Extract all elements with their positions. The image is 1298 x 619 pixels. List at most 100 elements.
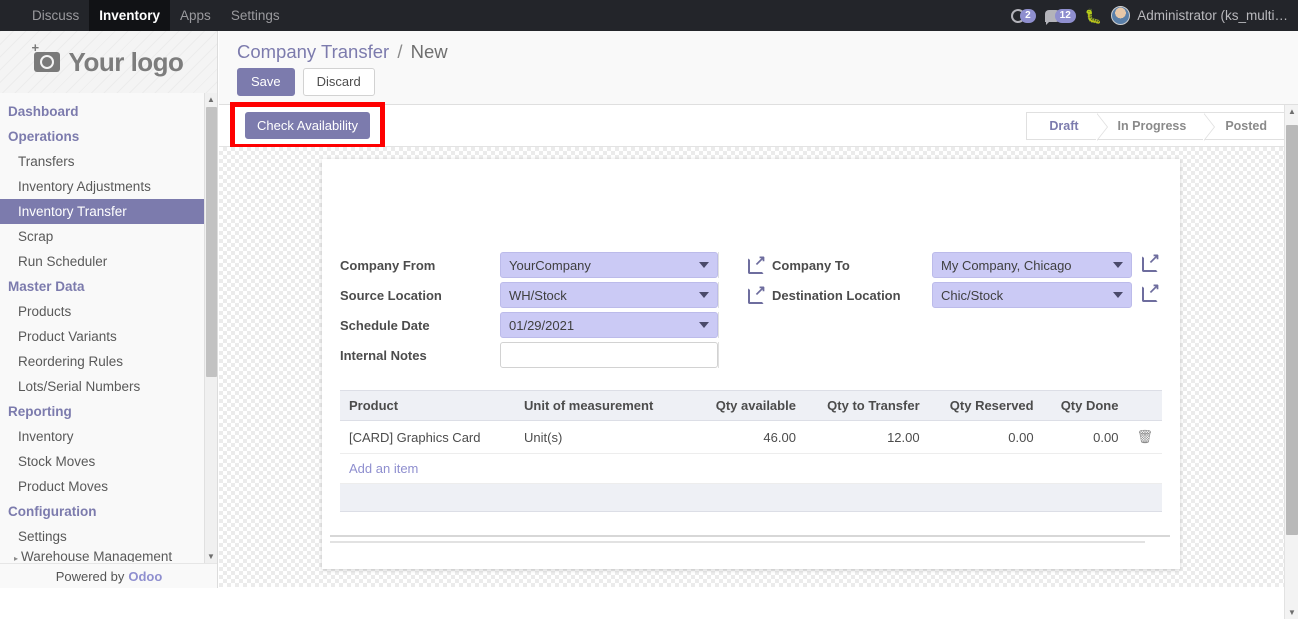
add-item-cell: Add an item xyxy=(340,453,1162,484)
nav-item-discuss[interactable]: Discuss xyxy=(22,0,89,31)
scroll-up-icon[interactable]: ▲ xyxy=(1288,107,1296,116)
company-to-open[interactable] xyxy=(1132,251,1162,275)
source-location-select[interactable]: WH/Stock xyxy=(500,282,718,308)
cell-qty-reserved[interactable]: 0.00 xyxy=(928,420,1043,454)
company-logo-placeholder[interactable]: Your logo xyxy=(0,31,217,93)
breadcrumb-current: New xyxy=(410,41,448,62)
chevron-right-icon: ▸ xyxy=(14,554,19,562)
sidebar-item-run-scheduler[interactable]: Run Scheduler xyxy=(0,249,217,274)
sidebar-item-transfers[interactable]: Transfers xyxy=(0,149,217,174)
powered-by-odoo[interactable]: Powered by Odoo xyxy=(0,563,217,588)
sidebar-item-product-variants[interactable]: Product Variants xyxy=(0,324,217,349)
col-qty-available[interactable]: Qty available xyxy=(695,390,805,421)
main-scrollbar[interactable]: ▲ ▼ xyxy=(1284,105,1298,619)
column-divider xyxy=(718,342,748,368)
sidebar-item-inventory[interactable]: Inventory xyxy=(0,424,217,449)
company-to-select[interactable]: My Company, Chicago xyxy=(932,252,1132,278)
sidebar-item-stock-moves[interactable]: Stock Moves xyxy=(0,449,217,474)
external-link-icon[interactable] xyxy=(1142,281,1160,302)
nav-item-apps[interactable]: Apps xyxy=(170,0,221,31)
add-an-item-link[interactable]: Add an item xyxy=(349,461,418,476)
chevron-down-icon xyxy=(1113,292,1123,298)
scroll-down-icon[interactable]: ▼ xyxy=(1288,608,1296,617)
sidebar-item-lots-serial-numbers[interactable]: Lots/Serial Numbers xyxy=(0,374,217,399)
user-menu[interactable]: Administrator (ks_multi… xyxy=(1111,6,1288,25)
col-qty-to-transfer[interactable]: Qty to Transfer xyxy=(804,390,929,421)
nav-item-settings[interactable]: Settings xyxy=(221,0,290,31)
sidebar-item-inventory-adjustments[interactable]: Inventory Adjustments xyxy=(0,174,217,199)
table-row[interactable]: [CARD] Graphics Card Unit(s) 46.00 12.00… xyxy=(340,420,1162,454)
main-scroll-thumb[interactable] xyxy=(1286,125,1298,535)
col-product[interactable]: Product xyxy=(340,390,515,421)
source-location-value: WH/Stock xyxy=(509,287,567,303)
record-buttons: Save Discard xyxy=(237,68,1298,96)
messages-menu[interactable]: 12 xyxy=(1044,8,1076,25)
external-link-icon[interactable] xyxy=(748,283,766,304)
status-in-progress[interactable]: In Progress xyxy=(1095,112,1216,141)
column-divider xyxy=(718,252,748,278)
status-posted[interactable]: Posted xyxy=(1203,112,1284,140)
trash-icon[interactable]: 🗑 xyxy=(1127,420,1162,454)
external-link-icon[interactable] xyxy=(1142,251,1160,272)
chevron-down-icon xyxy=(699,322,709,328)
breadcrumb: Company Transfer / New xyxy=(237,41,1298,68)
external-link-icon[interactable] xyxy=(748,253,766,274)
sidebar-item-inventory-transfer[interactable]: Inventory Transfer xyxy=(0,199,217,224)
company-from-value: YourCompany xyxy=(509,257,591,273)
nav-item-inventory[interactable]: Inventory xyxy=(89,0,171,31)
breadcrumb-separator: / xyxy=(397,41,403,62)
cell-uom[interactable]: Unit(s) xyxy=(515,420,695,454)
sidebar-item-products[interactable]: Products xyxy=(0,299,217,324)
destination-location-select[interactable]: Chic/Stock xyxy=(932,282,1132,308)
add-item-row: Add an item xyxy=(340,453,1162,484)
label-source-location: Source Location xyxy=(340,287,442,303)
debug-menu[interactable]: 🐛 xyxy=(1085,9,1102,23)
internal-notes-input[interactable] xyxy=(500,342,718,368)
navbar-menu: Discuss Inventory Apps Settings xyxy=(0,0,290,31)
schedule-date-input[interactable]: 01/29/2021 xyxy=(500,312,718,338)
cell-qty-available[interactable]: 46.00 xyxy=(695,420,805,454)
status-bar: Draft In Progress Posted xyxy=(1026,105,1284,147)
column-divider xyxy=(718,312,748,338)
table-header-row: Product Unit of measurement Qty availabl… xyxy=(340,390,1162,421)
sidebar-scroll-thumb[interactable] xyxy=(206,107,217,377)
highlight-annotation: Check Availability xyxy=(230,102,385,149)
cell-product[interactable]: [CARD] Graphics Card xyxy=(340,420,515,454)
col-qty-reserved[interactable]: Qty Reserved xyxy=(928,390,1043,421)
sidebar-scrollbar[interactable]: ▲ ▼ xyxy=(204,93,217,563)
sidebar-item-settings[interactable]: Settings xyxy=(0,524,217,549)
bug-icon: 🐛 xyxy=(1084,7,1103,24)
sidebar-item-warehouse-management[interactable]: ▸ Warehouse Management xyxy=(0,549,217,562)
save-button[interactable]: Save xyxy=(237,68,295,96)
cell-qty-to-transfer[interactable]: 12.00 xyxy=(804,420,929,454)
scroll-down-icon[interactable]: ▼ xyxy=(207,552,215,561)
sidebar-item-reordering-rules[interactable]: Reordering Rules xyxy=(0,349,217,374)
sheet-divider-bottom xyxy=(330,541,1145,543)
navbar-systray: 2 12 🐛 Administrator (ks_multi… xyxy=(1011,0,1298,31)
activities-menu[interactable]: 2 xyxy=(1011,8,1036,23)
check-availability-button[interactable]: Check Availability xyxy=(245,112,370,139)
form-sheet: Company From YourCompany Company To My C… xyxy=(322,159,1180,569)
discard-button[interactable]: Discard xyxy=(302,68,375,96)
sidebar-item-scrap[interactable]: Scrap xyxy=(0,224,217,249)
powered-by-label: Powered by xyxy=(55,568,125,584)
sidebar-menu: Dashboard Operations Transfers Inventory… xyxy=(0,93,217,563)
sidebar-item-product-moves[interactable]: Product Moves xyxy=(0,474,217,499)
company-from-select[interactable]: YourCompany xyxy=(500,252,718,278)
form-fields: Company From YourCompany Company To My C… xyxy=(340,159,1162,368)
col-qty-done[interactable]: Qty Done xyxy=(1042,390,1128,421)
status-draft[interactable]: Draft xyxy=(1026,112,1108,141)
odoo-brand-label: Odoo xyxy=(128,568,163,584)
top-navbar: Discuss Inventory Apps Settings 2 12 🐛 A… xyxy=(0,0,1298,31)
breadcrumb-root[interactable]: Company Transfer xyxy=(237,41,389,62)
label-destination-location: Destination Location xyxy=(748,283,932,304)
sidebar-item-label: Warehouse Management xyxy=(21,549,173,562)
destination-location-open[interactable] xyxy=(1132,281,1162,305)
cell-qty-done[interactable]: 0.00 xyxy=(1042,420,1128,454)
col-uom[interactable]: Unit of measurement xyxy=(515,390,695,421)
company-to-value: My Company, Chicago xyxy=(941,257,1072,273)
scroll-up-icon[interactable]: ▲ xyxy=(207,95,215,104)
sidebar-header-dashboard[interactable]: Dashboard xyxy=(0,99,217,124)
main-content: Company Transfer / New Save Discard Chec… xyxy=(219,31,1298,619)
label-internal-notes: Internal Notes xyxy=(340,347,427,363)
